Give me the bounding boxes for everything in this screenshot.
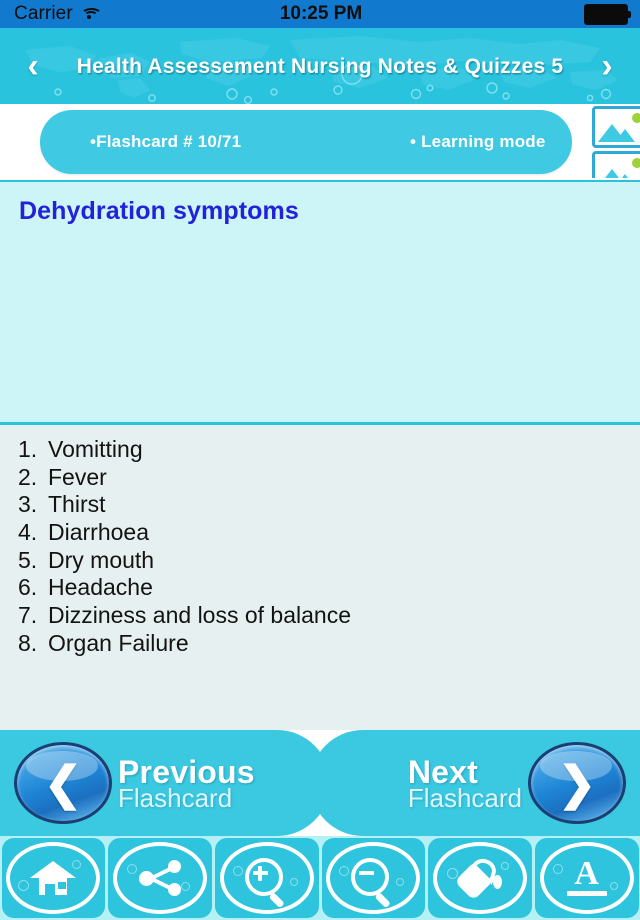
list-item-number: 4. [18, 519, 38, 546]
list-item-label: Organ Failure [48, 629, 189, 656]
share-button[interactable] [108, 838, 212, 918]
next-label-line2: Flashcard [407, 782, 522, 813]
list-item: 7. Dizziness and loss of balance [18, 603, 628, 631]
list-item-number: 8. [18, 629, 38, 656]
zoom-out-button[interactable] [321, 838, 426, 918]
question-panel: Dehydration symptoms [0, 180, 640, 424]
paint-bucket-icon [433, 842, 528, 914]
flashcard-counter: •Flashcard # 10/71 [90, 132, 242, 151]
list-item-number: 2. [18, 463, 38, 490]
font-button[interactable]: A [534, 838, 639, 918]
question-text: Dehydration symptoms [19, 197, 299, 225]
app-screen: Carrier 10:25 PM ‹ Health Assessement Nu… [0, 0, 640, 920]
picture-icon[interactable] [592, 151, 640, 178]
header-prev-button[interactable]: ‹ [0, 28, 66, 104]
magnifier-plus-icon [219, 842, 314, 914]
picture-thumbnails[interactable] [592, 106, 640, 178]
list-item: 2. Fever [18, 463, 628, 493]
chevron-left-glyph: ❮ [43, 757, 83, 809]
status-bar-time: 10:25 PM [279, 3, 363, 24]
info-bar: •Flashcard # 10/71 • Learning mode [0, 104, 640, 180]
flashcard-nav-band: ❮ Previous Flashcard Next Flashcard ❯ [0, 730, 640, 836]
flashcard-info-pill[interactable]: •Flashcard # 10/71 • Learning mode [40, 110, 572, 174]
chevron-right-icon: ❯ [528, 742, 626, 824]
list-item-number: 6. [18, 574, 38, 601]
zoom-in-button[interactable] [214, 838, 319, 918]
font-letter-a-icon: A [539, 842, 634, 914]
next-flashcard-button[interactable]: Next Flashcard ❯ [310, 730, 640, 836]
header-next-button[interactable]: › [574, 28, 640, 104]
battery-icon [584, 3, 631, 25]
previous-flashcard-button[interactable]: ❮ Previous Flashcard [0, 730, 330, 836]
list-item-number: 5. [18, 546, 38, 573]
chevron-right-glyph: ❯ [557, 757, 597, 809]
background-color-button[interactable] [428, 838, 532, 918]
answer-list: 1. Vomitting 2. Fever 3. Thirst 4. Diarr… [18, 436, 628, 659]
chevron-left-icon: ❮ [14, 742, 112, 824]
list-item-label: Headache [48, 574, 153, 601]
font-letter: A [574, 855, 599, 892]
answer-panel: 1. Vomitting 2. Fever 3. Thirst 4. Diarr… [0, 422, 640, 736]
status-bar-right [388, 3, 640, 25]
carrier-label: Carrier [14, 3, 73, 24]
list-item: 4. Diarrhoea [18, 520, 628, 548]
learning-mode-label: • Learning mode [410, 132, 546, 151]
list-item: 3. Thirst [18, 492, 628, 520]
wifi-icon [80, 7, 102, 22]
list-item: 8. Organ Failure [18, 629, 628, 659]
picture-icon[interactable] [592, 106, 640, 148]
list-item-label: Diarrhoea [48, 519, 149, 546]
home-icon [6, 842, 101, 914]
list-item-label: Thirst [48, 491, 106, 518]
list-item: 6. Headache [18, 575, 628, 603]
list-item-label: Fever [48, 463, 107, 490]
header-prev-arrow: ‹ [27, 46, 39, 85]
list-item-label: Vomitting [48, 436, 143, 462]
share-icon [113, 842, 207, 914]
previous-flashcard-label: Previous Flashcard [112, 756, 261, 811]
bottom-toolbar: A [0, 836, 640, 920]
page-title: Health Assessement Nursing Notes & Quizz… [76, 54, 564, 78]
list-item: 1. Vomitting [18, 436, 628, 465]
magnifier-minus-icon [326, 842, 421, 914]
list-item-number: 1. [18, 436, 38, 462]
list-item-label: Dry mouth [48, 546, 155, 573]
header-next-arrow: › [601, 46, 613, 85]
status-bar-left: Carrier [0, 3, 254, 25]
list-item-label: Dizziness and loss of balance [48, 602, 351, 629]
next-flashcard-label: Next Flashcard [402, 756, 528, 811]
status-bar: Carrier 10:25 PM [0, 0, 640, 28]
list-item-number: 7. [18, 602, 38, 629]
list-item: 5. Dry mouth [18, 546, 628, 576]
home-button[interactable] [1, 838, 106, 918]
list-item-number: 3. [18, 491, 38, 518]
app-header: ‹ Health Assessement Nursing Notes & Qui… [0, 28, 640, 104]
